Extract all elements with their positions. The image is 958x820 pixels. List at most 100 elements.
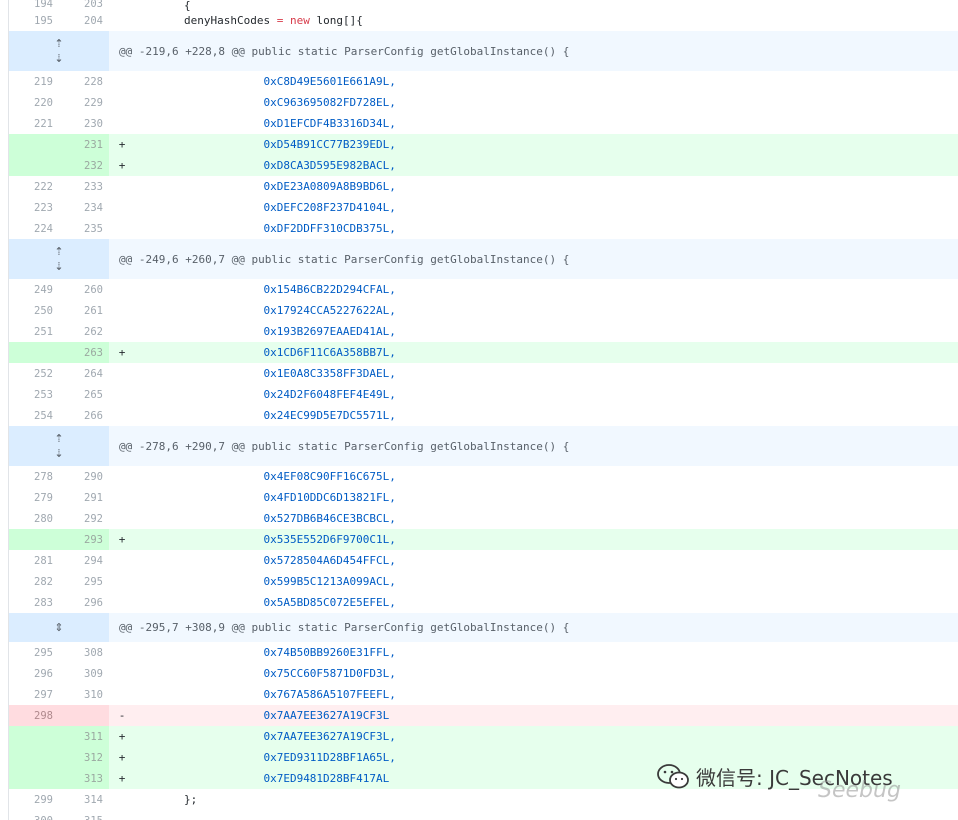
- new-line-number[interactable]: 314: [59, 789, 109, 810]
- old-line-number[interactable]: 299: [9, 789, 59, 810]
- old-line-number[interactable]: 279: [9, 487, 59, 508]
- code-text: 0xDEFC208F237D4104L,: [131, 197, 958, 218]
- new-line-number[interactable]: 260: [59, 279, 109, 300]
- new-line-number[interactable]: 263: [59, 342, 109, 363]
- expand-icon[interactable]: ⇕: [54, 621, 63, 634]
- old-line-number[interactable]: 249: [9, 279, 59, 300]
- old-line-number[interactable]: 253: [9, 384, 59, 405]
- new-line-number[interactable]: 230: [59, 113, 109, 134]
- old-line-number[interactable]: 298: [9, 705, 59, 726]
- new-line-number[interactable]: 291: [59, 487, 109, 508]
- context-line: 219 228 0xC8D49E5601E661A9L,: [9, 71, 958, 92]
- old-line-number[interactable]: 278: [9, 466, 59, 487]
- old-line-number[interactable]: [9, 726, 59, 747]
- old-line-number[interactable]: [9, 747, 59, 768]
- expand-up-icon[interactable]: ⇡: [54, 245, 63, 258]
- keyword: new: [289, 14, 310, 27]
- old-line-number[interactable]: 250: [9, 300, 59, 321]
- new-line-number[interactable]: 295: [59, 571, 109, 592]
- new-line-number[interactable]: 290: [59, 466, 109, 487]
- diff-body: ⇡ ⇣ @@ -219,6 +228,8 @@ public static Pars…: [9, 31, 958, 820]
- context-line: 278 290 0x4EF08C90FF16C675L,: [9, 466, 958, 487]
- old-line-number[interactable]: 281: [9, 550, 59, 571]
- new-line-number[interactable]: 315: [59, 810, 109, 820]
- old-line-number[interactable]: 219: [9, 71, 59, 92]
- new-line-number[interactable]: 313: [59, 768, 109, 789]
- old-line-number[interactable]: 252: [9, 363, 59, 384]
- new-line-number[interactable]: 232: [59, 155, 109, 176]
- old-line-number[interactable]: 251: [9, 321, 59, 342]
- new-line-number[interactable]: 233: [59, 176, 109, 197]
- added-line: 312 + 0x7ED9311D28BF1A65L,: [9, 747, 958, 768]
- diff-sign: [113, 642, 131, 663]
- old-line-number[interactable]: [9, 155, 59, 176]
- code-text: 0x1E0A8C3358FF3DAEL,: [131, 363, 958, 384]
- new-line-number[interactable]: 293: [59, 529, 109, 550]
- hash-value: 0x7ED9311D28BF1A65L,: [263, 751, 396, 764]
- hash-value: 0xD8CA3D595E982BACL,: [263, 159, 396, 172]
- hash-value: 0x154B6CB22D294CFAL,: [263, 283, 396, 296]
- new-line-number[interactable]: [59, 705, 109, 726]
- code-text: 0x7AA7EE3627A19CF3L,: [131, 726, 958, 747]
- new-line-number[interactable]: 266: [59, 405, 109, 426]
- new-line-number[interactable]: 231: [59, 134, 109, 155]
- new-line-number[interactable]: 265: [59, 384, 109, 405]
- hunk-expander[interactable]: ⇡ ⇣: [9, 426, 109, 466]
- old-line-number[interactable]: [9, 342, 59, 363]
- old-line-number[interactable]: 224: [9, 218, 59, 239]
- new-line-number: 203: [84, 0, 103, 10]
- old-line-number[interactable]: 300: [9, 810, 59, 820]
- context-line: 220 229 0xC963695082FD728EL,: [9, 92, 958, 113]
- new-line-number[interactable]: 294: [59, 550, 109, 571]
- expand-up-icon[interactable]: ⇡: [54, 37, 63, 50]
- hunk-expander[interactable]: ⇡ ⇣: [9, 31, 109, 71]
- new-line-number[interactable]: 292: [59, 508, 109, 529]
- diff-sign: +: [118, 751, 126, 764]
- context-line: 253 265 0x24D2F6048FEF4E49L,: [9, 384, 958, 405]
- old-line-number[interactable]: 254: [9, 405, 59, 426]
- new-line-number[interactable]: 229: [59, 92, 109, 113]
- diff-sign: [113, 71, 131, 92]
- expand-up-icon[interactable]: ⇡: [54, 432, 63, 445]
- added-line: 231 + 0xD54B91CC77B239EDL,: [9, 134, 958, 155]
- old-line-number[interactable]: 222: [9, 176, 59, 197]
- new-line-number[interactable]: 309: [59, 663, 109, 684]
- hunk-header-text: @@ -295,7 +308,9 @@ public static Parser…: [119, 621, 570, 634]
- new-line-number[interactable]: 235: [59, 218, 109, 239]
- new-line-number[interactable]: 234: [59, 197, 109, 218]
- old-line-number[interactable]: 220: [9, 92, 59, 113]
- expand-down-icon[interactable]: ⇣: [54, 260, 63, 273]
- diff-sign: [113, 571, 131, 592]
- new-line-number[interactable]: 264: [59, 363, 109, 384]
- old-line-number[interactable]: 282: [9, 571, 59, 592]
- new-line-number[interactable]: 262: [59, 321, 109, 342]
- old-line-number[interactable]: [9, 134, 59, 155]
- expand-down-icon[interactable]: ⇣: [54, 447, 63, 460]
- diff-sign: [113, 789, 131, 810]
- hunk-expander[interactable]: ⇕: [9, 613, 109, 642]
- old-line-number[interactable]: 280: [9, 508, 59, 529]
- old-line-number[interactable]: 283: [9, 592, 59, 613]
- diff-sign: [113, 466, 131, 487]
- old-line-number: 195: [34, 14, 53, 27]
- old-line-number[interactable]: 223: [9, 197, 59, 218]
- context-line: 251 262 0x193B2697EAAED41AL,: [9, 321, 958, 342]
- old-line-number[interactable]: 295: [9, 642, 59, 663]
- old-line-number[interactable]: 221: [9, 113, 59, 134]
- new-line-number[interactable]: 228: [59, 71, 109, 92]
- new-line-number[interactable]: 312: [59, 747, 109, 768]
- new-line-number[interactable]: 308: [59, 642, 109, 663]
- new-line-number[interactable]: 261: [59, 300, 109, 321]
- code-text: 0x1CD6F11C6A358BB7L,: [131, 342, 958, 363]
- new-line-number[interactable]: 296: [59, 592, 109, 613]
- new-line-number[interactable]: 310: [59, 684, 109, 705]
- expand-down-icon[interactable]: ⇣: [54, 52, 63, 65]
- hash-value: 0x1CD6F11C6A358BB7L,: [263, 346, 396, 359]
- hunk-expander[interactable]: ⇡ ⇣: [9, 239, 109, 279]
- old-line-number[interactable]: 297: [9, 684, 59, 705]
- old-line-number[interactable]: 296: [9, 663, 59, 684]
- diff-sign: [113, 218, 131, 239]
- old-line-number[interactable]: [9, 768, 59, 789]
- new-line-number[interactable]: 311: [59, 726, 109, 747]
- old-line-number[interactable]: [9, 529, 59, 550]
